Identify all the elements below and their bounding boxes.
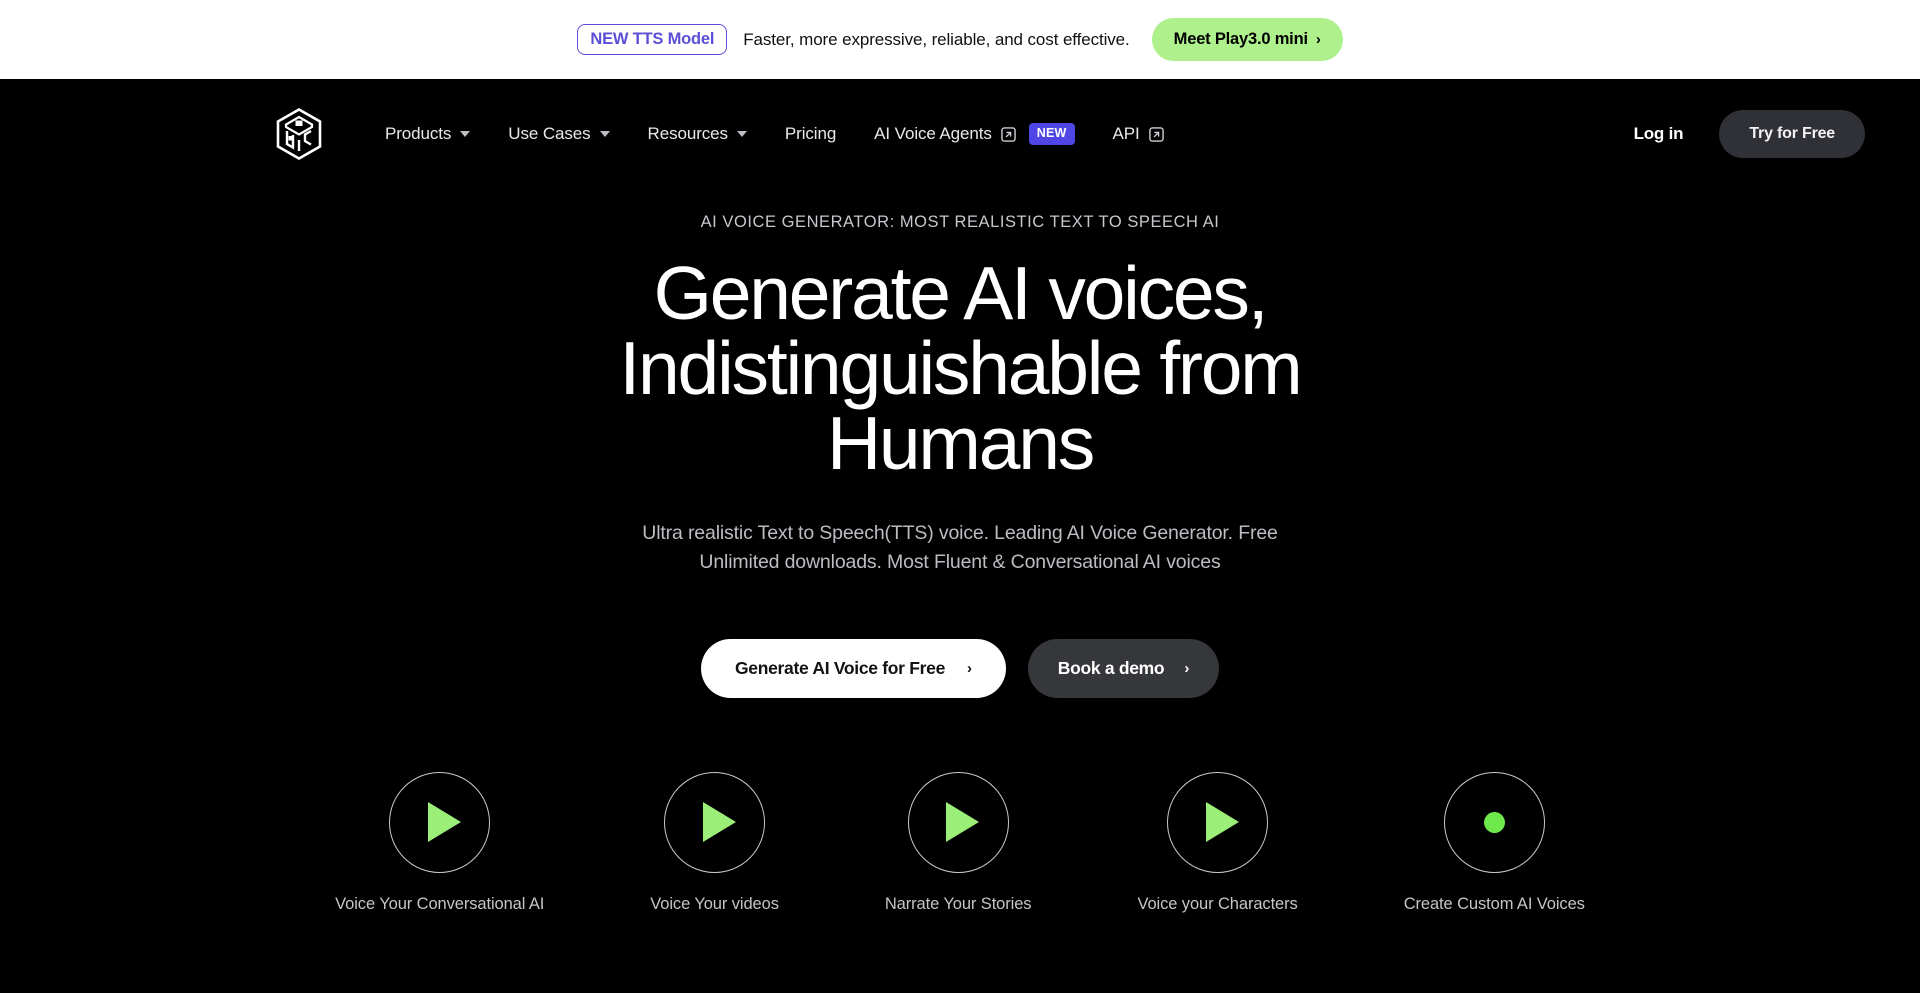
nav-new-badge: NEW xyxy=(1028,123,1075,145)
play-button-circle[interactable] xyxy=(389,771,491,873)
usecase-create-custom-ai-voices[interactable]: Create Custom AI Voices xyxy=(1403,771,1585,914)
nav-links: Products Use Cases Resources Pricing AI … xyxy=(366,113,1183,155)
page-title: Generate AI voices, Indistinguishable fr… xyxy=(619,251,1302,485)
play-icon xyxy=(702,802,736,843)
play-ai-cube-logo[interactable] xyxy=(276,108,322,160)
usecase-label: Create Custom AI Voices xyxy=(1403,894,1585,913)
usecase-narrate-your-stories[interactable]: Narrate Your Stories xyxy=(884,771,1032,914)
usecase-label: Voice Your videos xyxy=(650,894,779,913)
banner-cta-label: Meet Play3.0 mini xyxy=(1173,30,1308,48)
nav-label: Resources xyxy=(647,124,728,143)
book-a-demo-button[interactable]: Book a demo › xyxy=(1027,638,1220,698)
nav-item-use-cases[interactable]: Use Cases xyxy=(489,114,628,154)
nav-item-ai-voice-agents[interactable]: AI Voice Agents NEW xyxy=(855,113,1093,155)
chevron-down-icon xyxy=(599,131,610,137)
hero-section: AI VOICE GENERATOR: MOST REALISTIC TEXT … xyxy=(0,189,1920,914)
log-in-link[interactable]: Log in xyxy=(1624,116,1694,152)
usecase-voice-your-videos[interactable]: Voice Your videos xyxy=(650,771,779,914)
play-button-circle[interactable] xyxy=(907,771,1009,873)
nav-item-resources[interactable]: Resources xyxy=(629,114,766,154)
secondary-cta-label: Book a demo xyxy=(1057,657,1165,678)
record-dot-icon xyxy=(1483,811,1505,833)
meet-play3-mini-button[interactable]: Meet Play3.0 mini › xyxy=(1151,18,1343,61)
hero-eyebrow: AI VOICE GENERATOR: MOST REALISTIC TEXT … xyxy=(700,213,1220,231)
hero-cta-row: Generate AI Voice for Free › Book a demo… xyxy=(0,638,1920,698)
usecase-label: Narrate Your Stories xyxy=(884,894,1032,913)
chevron-down-icon xyxy=(460,131,471,137)
nav-label: Pricing xyxy=(784,124,837,143)
nav-item-pricing[interactable]: Pricing xyxy=(766,114,855,154)
nav-label: Products xyxy=(385,124,452,143)
main-navigation: Products Use Cases Resources Pricing AI … xyxy=(0,79,1920,189)
nav-actions: Log in Try for Free xyxy=(1624,110,1865,158)
record-button-circle[interactable] xyxy=(1443,771,1545,873)
usecase-voice-conversational-ai[interactable]: Voice Your Conversational AI xyxy=(335,771,545,914)
usecase-voice-your-characters[interactable]: Voice your Characters xyxy=(1137,771,1298,914)
generate-ai-voice-button[interactable]: Generate AI Voice for Free › xyxy=(700,638,1006,698)
chevron-down-icon xyxy=(736,131,747,137)
external-link-icon xyxy=(1001,126,1016,142)
nav-item-api[interactable]: API xyxy=(1094,114,1183,154)
play-icon xyxy=(427,802,461,843)
hero-subtitle: Ultra realistic Text to Speech(TTS) voic… xyxy=(642,522,1278,573)
play-button-circle[interactable] xyxy=(664,771,766,873)
nav-label: Use Cases xyxy=(508,124,591,143)
banner-message: Faster, more expressive, reliable, and c… xyxy=(743,29,1130,49)
usecase-row: Voice Your Conversational AI Voice Your … xyxy=(0,771,1920,914)
chevron-right-icon: › xyxy=(1315,31,1321,48)
usecase-label: Voice Your Conversational AI xyxy=(335,894,545,913)
banner-new-badge: NEW TTS Model xyxy=(577,23,728,56)
chevron-right-icon: › xyxy=(1184,659,1190,677)
usecase-label: Voice your Characters xyxy=(1137,894,1298,913)
play-icon xyxy=(1205,802,1239,843)
primary-cta-label: Generate AI Voice for Free xyxy=(734,657,946,678)
external-link-icon xyxy=(1148,126,1164,142)
play-button-circle[interactable] xyxy=(1167,771,1269,873)
play-icon xyxy=(946,802,980,843)
nav-label: API xyxy=(1112,124,1140,143)
chevron-right-icon: › xyxy=(967,659,972,677)
nav-item-products[interactable]: Products xyxy=(366,114,489,154)
try-for-free-button[interactable]: Try for Free xyxy=(1719,110,1865,158)
nav-label: AI Voice Agents xyxy=(874,124,992,143)
announcement-banner: NEW TTS Model Faster, more expressive, r… xyxy=(0,0,1920,79)
